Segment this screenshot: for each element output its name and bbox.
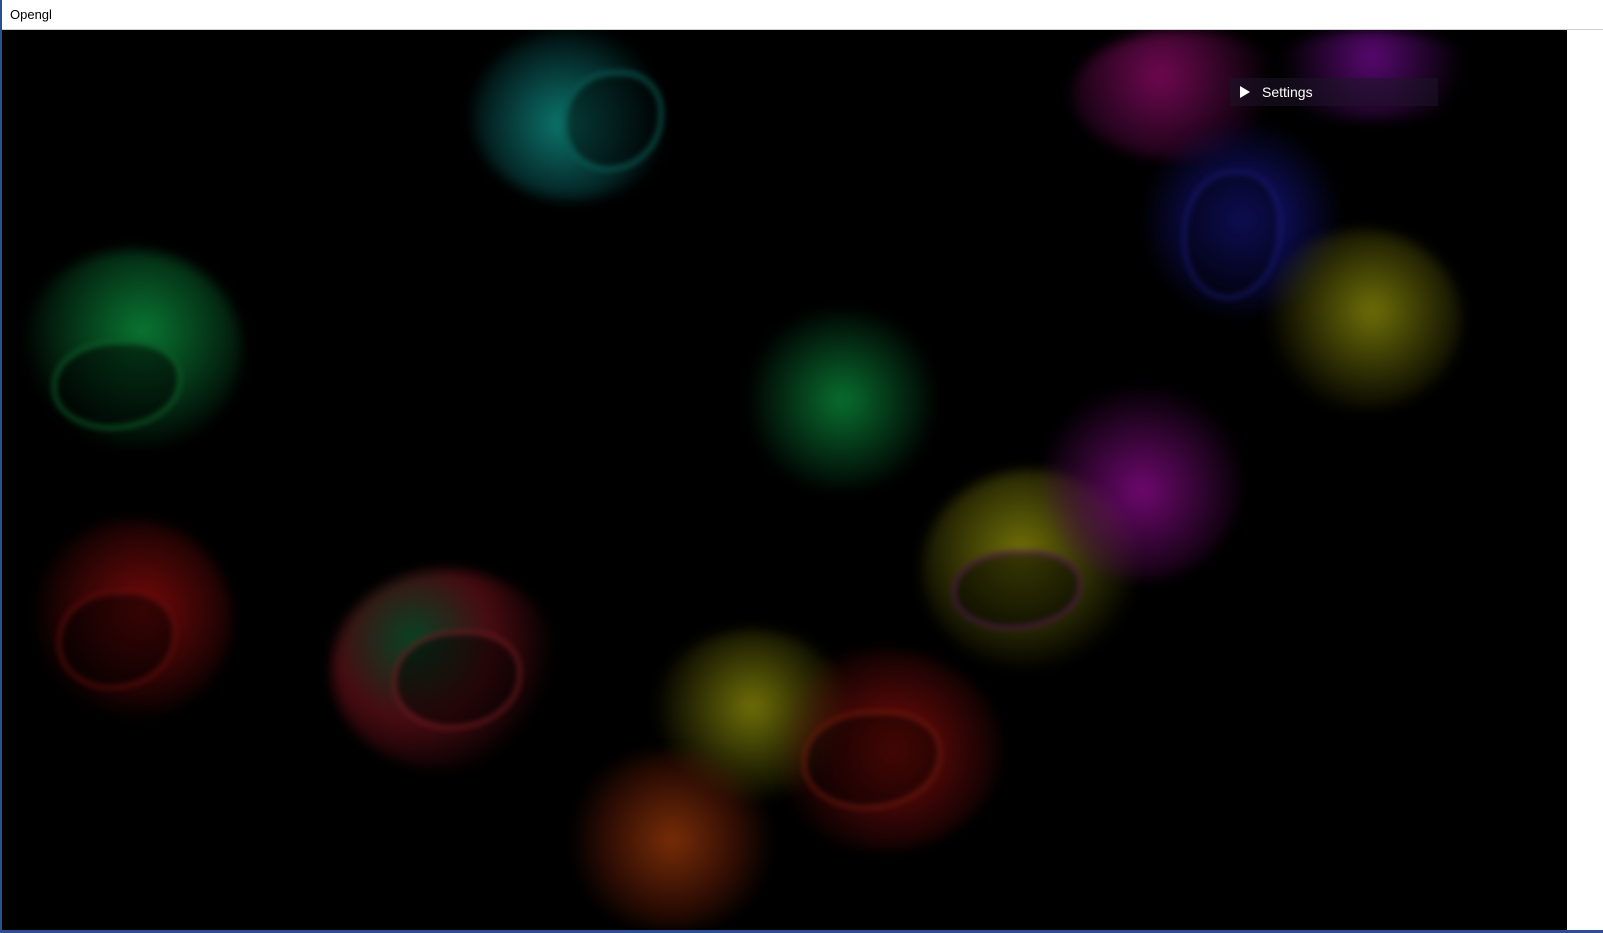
settings-label: Settings bbox=[1262, 84, 1313, 100]
app-window: Opengl Settings bbox=[0, 0, 1603, 933]
title-bar[interactable]: Opengl bbox=[2, 0, 1603, 30]
triangle-right-icon bbox=[1240, 86, 1250, 98]
settings-folder-toggle[interactable]: Settings bbox=[1230, 78, 1438, 106]
window-title: Opengl bbox=[10, 7, 52, 22]
dye-splat-purple-mid bbox=[1042, 380, 1242, 580]
dye-splat-purple-top bbox=[1262, 30, 1482, 120]
dye-splat-orange-bottom bbox=[562, 750, 782, 930]
window-right-edge bbox=[1567, 30, 1603, 930]
opengl-canvas[interactable] bbox=[2, 30, 1567, 930]
dye-splat-green-center bbox=[742, 310, 942, 490]
dye-splat-yellow-right bbox=[1262, 230, 1462, 410]
